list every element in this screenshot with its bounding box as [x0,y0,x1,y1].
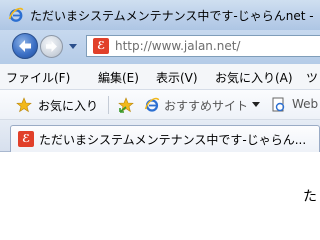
menu-edit[interactable]: 編集(E) [98,69,139,86]
menu-tools[interactable]: ツ [306,69,318,86]
internet-explorer-icon [144,97,160,112]
favorites-bar: お気に入り おすすめサイト Web [0,90,320,120]
suggested-sites-label: おすすめサイト [164,99,249,113]
recent-pages-dropdown-icon[interactable] [68,41,78,51]
page-content: た [0,152,320,240]
forward-arrow-icon [46,41,57,52]
favorites-star-icon [16,97,32,113]
address-url[interactable]: http://www.jalan.net/ [115,39,240,53]
address-bar[interactable]: ℰ http://www.jalan.net/ [86,35,320,57]
back-arrow-icon [19,40,31,52]
add-to-favorites-bar-icon[interactable] [118,97,136,115]
menu-bar: ファイル(F) 編集(E) 表示(V) お気に入り(A) ツ [0,64,320,90]
menu-view[interactable]: 表示(V) [156,69,198,86]
tab-label: ただいまシステムメンテナンス中です-じゃらん... [39,133,307,147]
menu-file[interactable]: ファイル(F) [6,69,70,86]
site-favicon-icon: ℰ [93,38,109,54]
divider [108,96,109,114]
web-slice-label: Web [292,97,319,111]
back-button[interactable] [12,33,38,59]
navigation-bar: ℰ http://www.jalan.net/ [0,30,320,64]
tab-bar: ℰ ただいまシステムメンテナンス中です-じゃらん... [0,120,320,152]
tab-active[interactable]: ℰ ただいまシステムメンテナンス中です-じゃらん... [10,125,320,152]
menu-favorites[interactable]: お気に入り(A) [215,69,293,86]
forward-button[interactable] [40,35,63,58]
chevron-down-icon [252,102,260,107]
internet-explorer-logo-icon [8,7,24,22]
favorites-label: お気に入り [38,99,99,113]
web-slice-icon [272,97,285,112]
page-text: た [303,189,317,205]
window-title: ただいまシステムメンテナンス中です-じゃらんnet - [30,9,314,23]
title-bar: ただいまシステムメンテナンス中です-じゃらんnet - [0,0,320,30]
tab-favicon-icon: ℰ [18,131,34,147]
